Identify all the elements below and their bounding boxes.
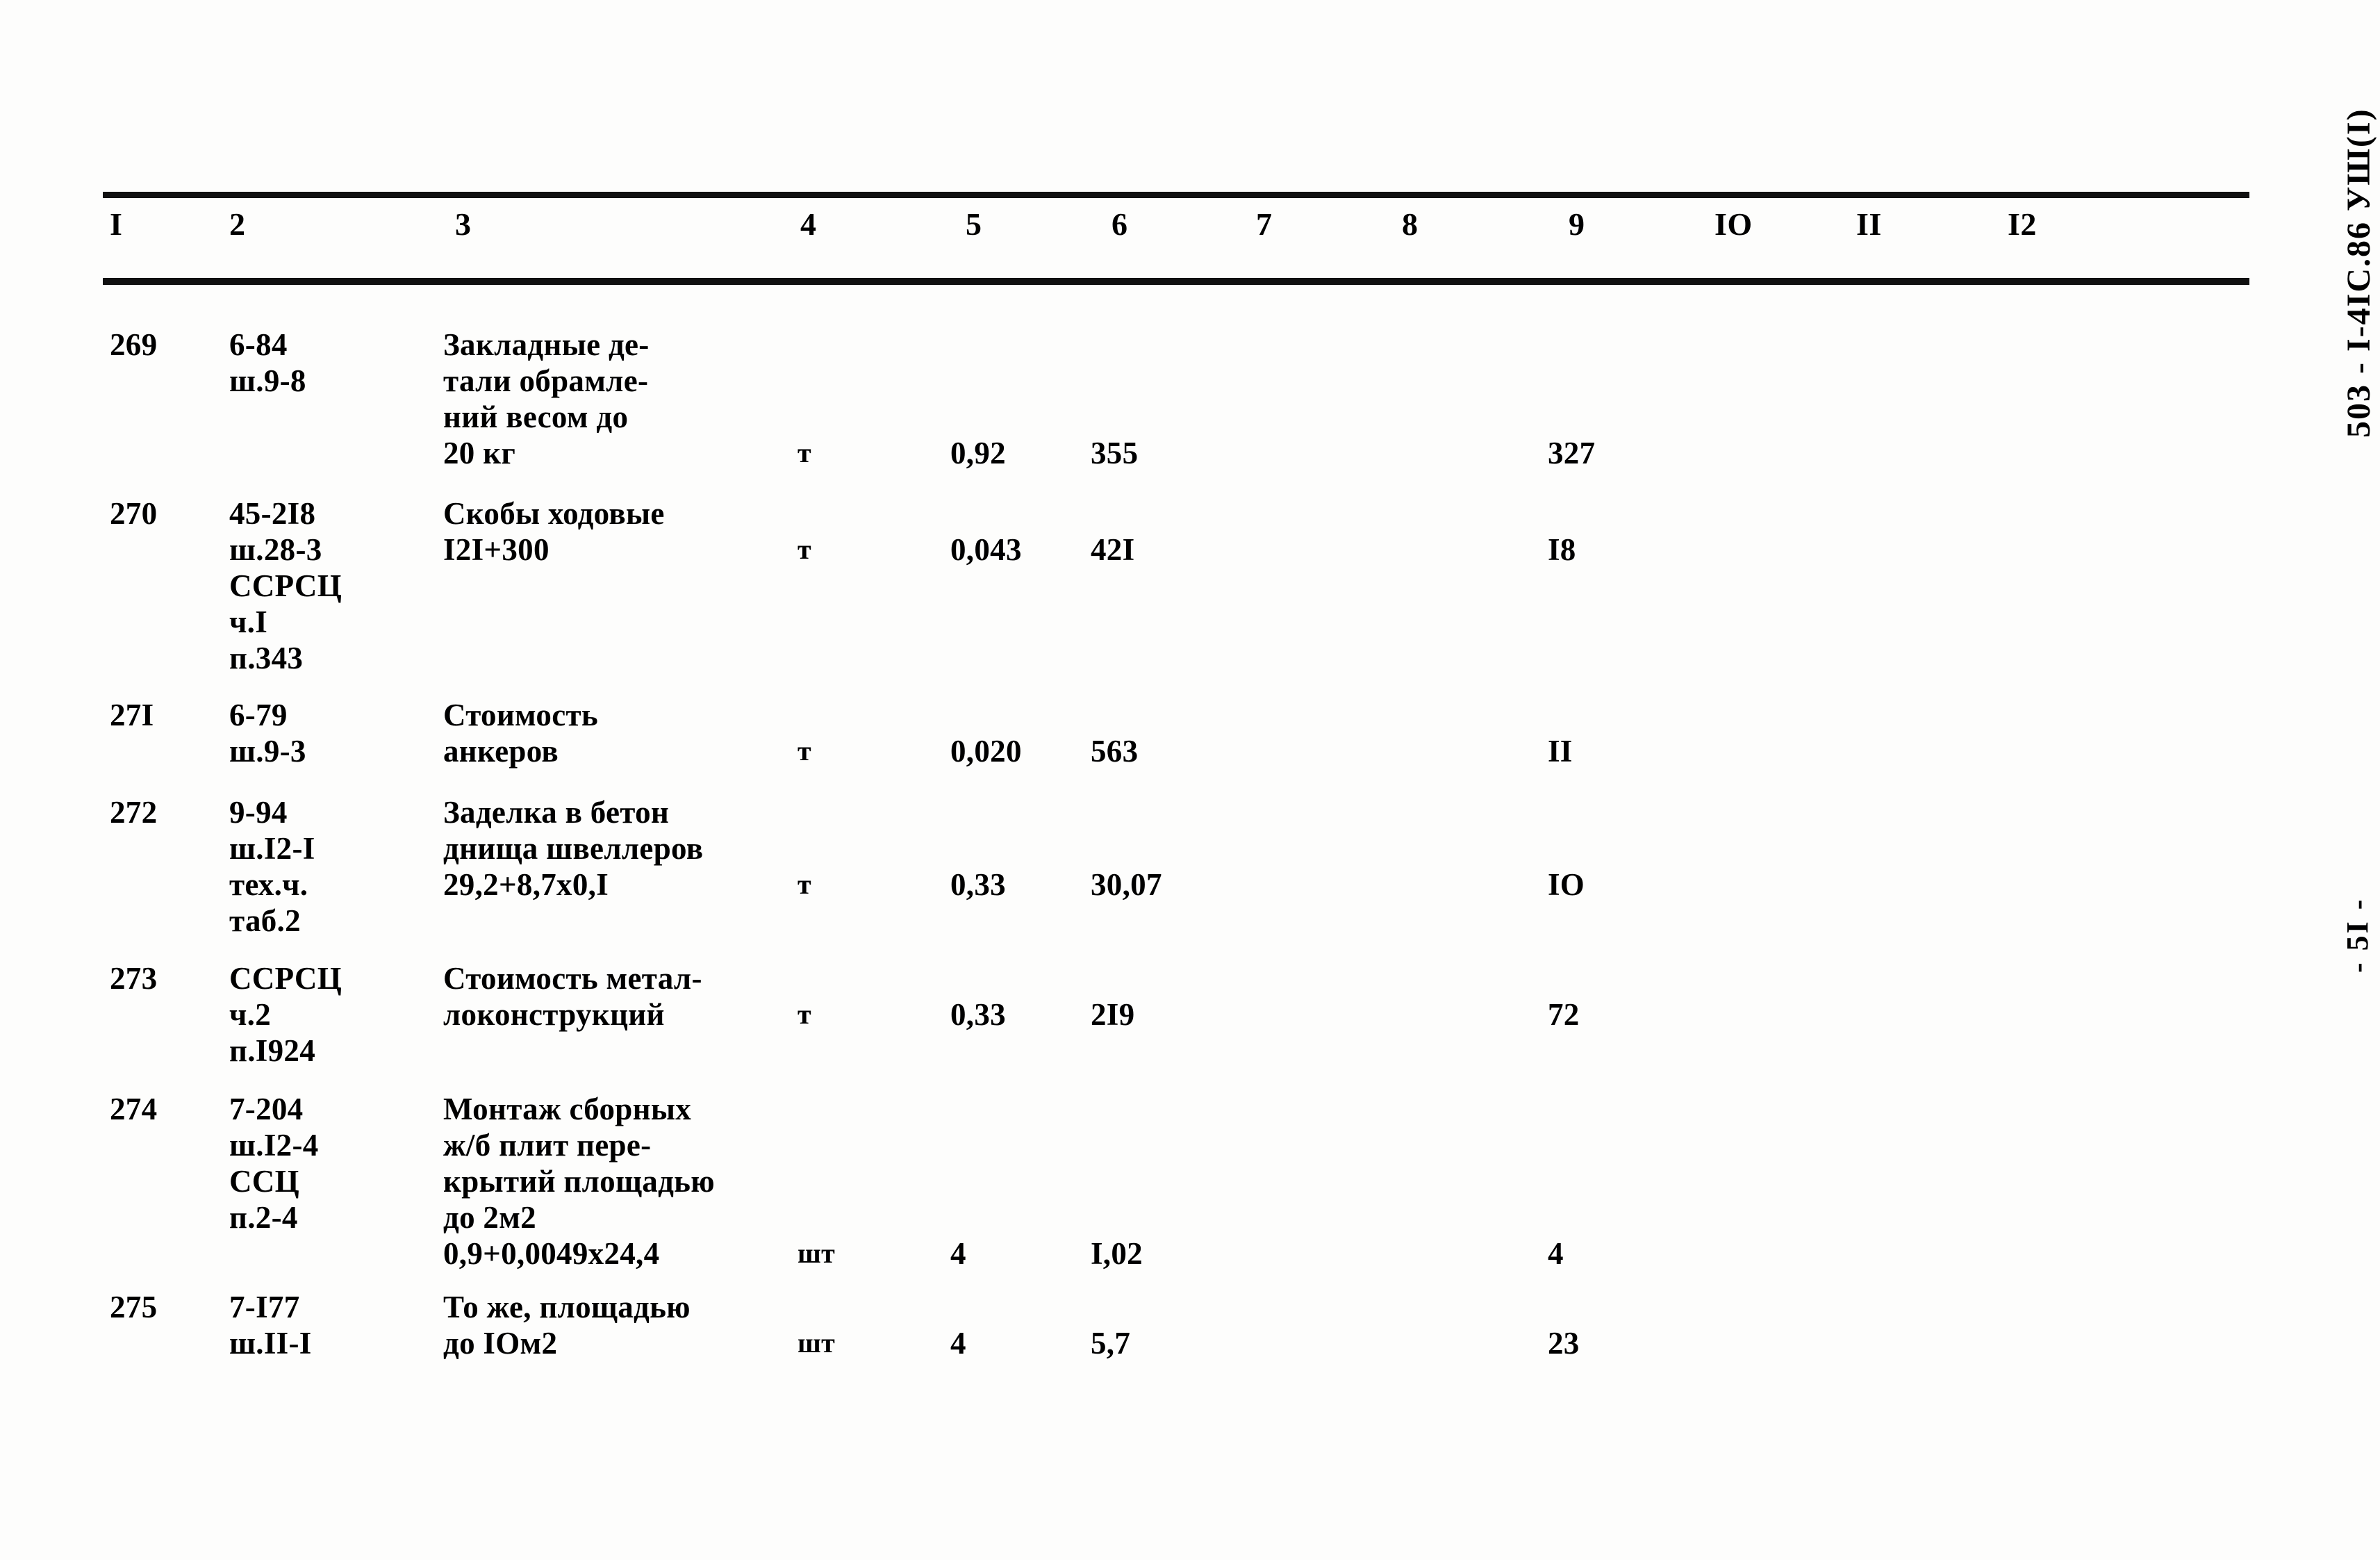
margin-document-reference: 503 - I-4IC.86 УШ(I) — [2340, 108, 2377, 438]
row-unit: т — [798, 869, 811, 900]
column-header-11: II — [1856, 206, 1882, 242]
table-column-header-row: I 2 3 4 5 6 7 8 9 IO II I2 — [0, 208, 2380, 272]
row-price: 355 — [1091, 436, 1139, 470]
row-quantity: 0,92 — [950, 436, 1006, 470]
row-unit: т — [798, 735, 811, 766]
row-price: 563 — [1091, 734, 1139, 769]
table-header-bottom-rule — [103, 278, 2249, 285]
table-top-rule — [103, 192, 2249, 198]
column-header-7: 7 — [1256, 206, 1273, 242]
row-quantity: 0,020 — [950, 734, 1022, 769]
row-quantity: 0,043 — [950, 532, 1022, 567]
row-total: II — [1548, 734, 1573, 769]
row-total: 23 — [1548, 1326, 1580, 1361]
row-total: 327 — [1548, 436, 1596, 470]
row-number: 27I — [110, 698, 154, 732]
row-code: 6-79 ш.9-3 — [229, 698, 306, 769]
row-price: 30,07 — [1091, 867, 1162, 902]
row-description: То же, площадью до IOм2 — [443, 1290, 691, 1361]
row-unit: т — [798, 999, 811, 1030]
column-header-12: I2 — [2008, 206, 2037, 242]
row-code: 7-204 ш.I2-4 ССЦ п.2-4 — [229, 1092, 319, 1235]
column-header-6: 6 — [1112, 206, 1128, 242]
row-description: Скобы ходовые I2I+300 — [443, 496, 665, 567]
column-header-2: 2 — [229, 206, 246, 242]
column-header-5: 5 — [966, 206, 982, 242]
row-number: 269 — [110, 327, 158, 362]
column-header-9: 9 — [1569, 206, 1585, 242]
row-description: Стоимость анкеров — [443, 698, 598, 769]
row-code: 6-84 ш.9-8 — [229, 327, 306, 398]
column-header-4: 4 — [800, 206, 817, 242]
column-header-8: 8 — [1402, 206, 1419, 242]
row-code: 9-94 ш.I2-I тех.ч. таб.2 — [229, 795, 315, 938]
row-total: IO — [1548, 867, 1585, 902]
row-total: I8 — [1548, 532, 1576, 567]
row-number: 270 — [110, 496, 158, 531]
row-number: 275 — [110, 1290, 158, 1324]
row-price: 42I — [1091, 532, 1135, 567]
row-number: 274 — [110, 1092, 158, 1126]
document-page: I 2 3 4 5 6 7 8 9 IO II I2 269 6-84 ш.9-… — [0, 0, 2380, 1560]
row-number: 272 — [110, 795, 158, 830]
margin-page-number: - 5I - — [2340, 897, 2374, 973]
row-unit: т — [798, 437, 811, 468]
row-unit: т — [798, 534, 811, 565]
column-header-3: 3 — [455, 206, 472, 242]
row-price: 5,7 — [1091, 1326, 1131, 1361]
row-price: 2I9 — [1091, 997, 1135, 1032]
row-unit: шт — [798, 1327, 836, 1358]
row-quantity: 4 — [950, 1236, 966, 1271]
column-header-1: I — [110, 206, 123, 242]
row-description: Закладные де- тали обрамле- ний весом до… — [443, 327, 650, 470]
column-header-10: IO — [1714, 206, 1753, 242]
row-code: 7-I77 ш.II-I — [229, 1290, 312, 1361]
row-description: Заделка в бетон днища швеллеров 29,2+8,7… — [443, 795, 704, 902]
row-description: Стоимость метал- локонструкций — [443, 961, 702, 1032]
row-quantity: 4 — [950, 1326, 966, 1361]
row-quantity: 0,33 — [950, 997, 1006, 1032]
row-code: ССРСЦ ч.2 п.I924 — [229, 961, 342, 1068]
row-total: 4 — [1548, 1236, 1564, 1271]
row-price: I,02 — [1091, 1236, 1143, 1271]
row-description: Монтаж сборных ж/б плит пере- крытий пло… — [443, 1092, 715, 1271]
row-code: 45-2I8 ш.28-3 ССРСЦ ч.I п.343 — [229, 496, 342, 675]
row-quantity: 0,33 — [950, 867, 1006, 902]
row-total: 72 — [1548, 997, 1580, 1032]
row-unit: шт — [798, 1238, 836, 1269]
row-number: 273 — [110, 961, 158, 996]
